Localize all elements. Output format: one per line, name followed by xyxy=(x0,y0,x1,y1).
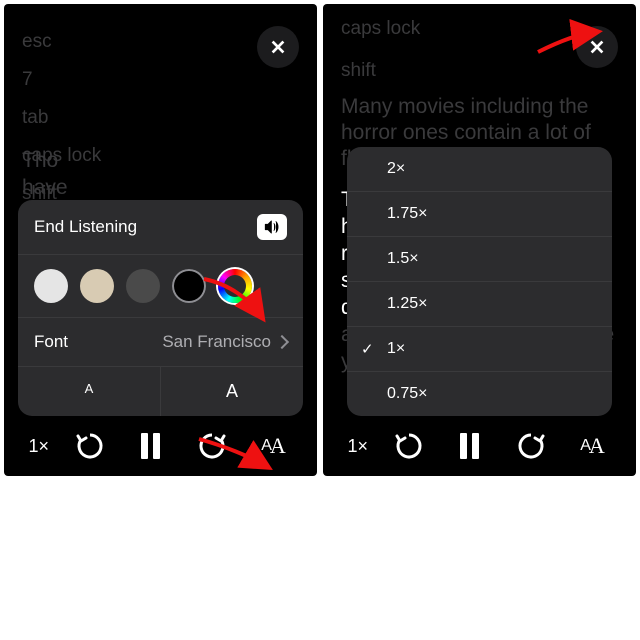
decrease-text-button[interactable]: A xyxy=(18,367,161,416)
font-row[interactable]: Font San Francisco xyxy=(18,318,303,367)
speed-button[interactable]: 1× xyxy=(28,436,49,457)
check-icon: ✓ xyxy=(361,340,374,358)
chevron-right-icon xyxy=(275,335,289,349)
forward-button[interactable] xyxy=(511,426,551,466)
speed-option[interactable]: 0.75× xyxy=(347,372,612,416)
rewind-button[interactable] xyxy=(70,426,110,466)
speed-option-selected[interactable]: ✓1× xyxy=(347,327,612,372)
end-listening-label: End Listening xyxy=(34,217,137,237)
appearance-popover: End Listening Font San Francisco xyxy=(18,200,303,416)
end-listening-row[interactable]: End Listening xyxy=(18,200,303,255)
player-controls: 1× AA xyxy=(323,426,636,466)
key-item: tab xyxy=(22,100,299,136)
key-item: shift xyxy=(341,56,618,86)
swatch-custom[interactable] xyxy=(218,269,252,303)
speed-option[interactable]: 2× xyxy=(347,147,612,192)
key-item: 7 xyxy=(22,62,299,98)
font-value: San Francisco xyxy=(162,332,287,352)
swatch-light[interactable] xyxy=(34,269,68,303)
speed-list: 2× 1.75× 1.5× 1.25× ✓1× 0.75× xyxy=(347,147,612,416)
swatch-black[interactable] xyxy=(172,269,206,303)
speed-button[interactable]: 1× xyxy=(347,436,368,457)
swatch-gray[interactable] xyxy=(126,269,160,303)
theme-swatches xyxy=(18,255,303,318)
player-controls: 1× AA xyxy=(4,426,317,466)
speed-option[interactable]: 1.25× xyxy=(347,282,612,327)
speed-option[interactable]: 1.5× xyxy=(347,237,612,282)
voice-icon xyxy=(257,214,287,240)
swatch-sepia[interactable] xyxy=(80,269,114,303)
left-screenshot: esc 7 tab caps lock shift Many movies in… xyxy=(4,4,317,476)
forward-button[interactable] xyxy=(192,426,232,466)
text-size-row: A A xyxy=(18,367,303,416)
increase-text-button[interactable]: A xyxy=(161,367,303,416)
speed-option[interactable]: 1.75× xyxy=(347,192,612,237)
pause-button[interactable] xyxy=(450,426,490,466)
appearance-button[interactable]: AA xyxy=(572,426,612,466)
pause-button[interactable] xyxy=(131,426,171,466)
rewind-button[interactable] xyxy=(389,426,429,466)
close-button[interactable] xyxy=(257,26,299,68)
close-button[interactable] xyxy=(576,26,618,68)
right-screenshot: caps lock shift Many movies including th… xyxy=(323,4,636,476)
font-label: Font xyxy=(34,332,68,352)
appearance-button[interactable]: AA xyxy=(253,426,293,466)
